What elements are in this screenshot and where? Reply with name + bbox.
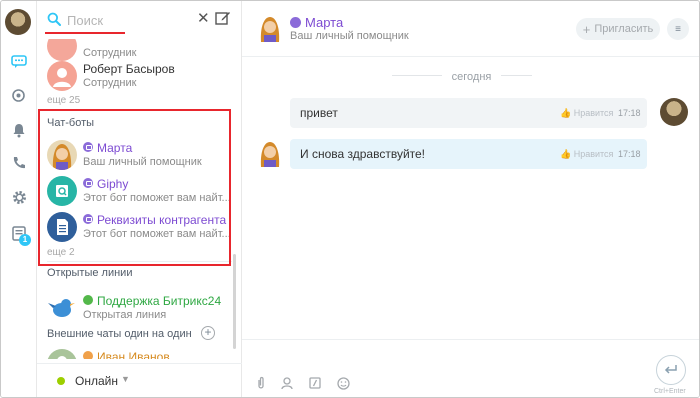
list-item-ivan[interactable]: Иван Иванов [37,347,232,359]
message-text: И снова здравствуйте! [300,147,426,161]
smiley-icon[interactable] [336,376,350,390]
status-selector[interactable]: Онлайн ▼ [37,363,242,397]
bot-icon [83,178,93,188]
phone-icon[interactable] [10,154,28,172]
message-composer[interactable]: Ctrl+Enter [242,339,699,397]
chevron-down-icon: ▼ [121,374,130,384]
avatar [47,61,77,91]
list-item-requisites[interactable]: Реквизиты контрагента Этот бот поможет в… [37,210,232,246]
open-lines-section-title: Открытые линии [47,267,133,279]
support-bird-avatar [47,293,77,323]
online-dot-icon [57,377,65,385]
line-name: Поддержка Битрикс24 [83,294,221,308]
plus-icon: + [582,21,591,37]
messenger-window: 1 ✕ Сотрудник Роберт Басыров Сотрудник е… [0,0,700,398]
contact-name: Роберт Басыров [83,62,175,76]
list-item[interactable]: Роберт Басыров Сотрудник [37,59,232,95]
like-button[interactable]: 👍 Нравится [560,149,613,160]
tasks-badge: 1 [19,234,31,246]
bot-desc: Этот бот поможет вам найт... [83,228,231,240]
marta-avatar [260,17,280,42]
my-message-avatar [660,98,688,126]
open-line-icon [83,295,93,305]
avatar [47,39,77,61]
new-chat-icon[interactable] [215,10,231,26]
list-item-marta[interactable]: Марта Ваш личный помощник [37,138,232,174]
line-desc: Открытая линия [83,309,167,321]
bell-icon[interactable] [10,121,28,139]
send-button[interactable] [656,355,686,385]
scrollbar[interactable] [233,254,236,349]
chat-panel: Марта Ваш личный помощник + Пригласить ≡ … [242,1,699,397]
search-messages-icon[interactable] [10,87,28,105]
settings-gear-icon[interactable] [10,188,28,206]
send-hint: Ctrl+Enter [654,388,686,395]
chat-title: Марта [290,15,343,30]
bot-desc: Этот бот поможет вам найт... [83,192,231,204]
bot-icon [83,214,93,224]
chat-header: Марта Ваш личный помощник + Пригласить ≡ [242,1,699,57]
chatbots-section-title: Чат-боты [47,117,95,129]
message-incoming[interactable]: И снова здравствуйте! 👍 Нравится 17:18 [290,139,647,169]
bot-desc: Ваш личный помощник [83,156,202,168]
message-text: привет [300,106,338,120]
external-icon [83,351,93,359]
message-outgoing[interactable]: привет 👍 Нравится 17:18 [290,98,647,128]
contact-role: Сотрудник [83,77,137,89]
requisites-avatar [47,212,77,242]
invite-button[interactable]: + Пригласить [576,18,660,40]
contact-role: Сотрудник [83,47,137,59]
avatar [47,349,77,359]
show-more-bots[interactable]: еще 2 [47,247,75,258]
search-underline-annotation [45,32,125,34]
search-icon [47,12,61,26]
like-button[interactable]: 👍 Нравится [560,108,613,119]
search-bar: ✕ [37,1,242,39]
paperclip-icon[interactable] [254,376,268,390]
slash-command-icon[interactable] [308,376,322,390]
search-input[interactable] [67,11,187,29]
contact-scroll-area[interactable]: Сотрудник Роберт Басыров Сотрудник еще 2… [37,39,242,359]
my-avatar[interactable] [5,9,31,35]
user-icon[interactable] [280,376,294,390]
add-external-chat-button[interactable]: + [201,326,215,340]
section-divider [47,261,232,262]
message-time: 17:18 [618,149,641,159]
chat-subtitle: Ваш личный помощник [290,30,409,42]
left-rail: 1 [1,1,37,397]
bot-icon [290,17,301,28]
clear-search-icon[interactable]: ✕ [197,10,210,28]
marta-avatar [47,140,77,170]
marta-message-avatar [260,142,280,167]
list-item-support[interactable]: Поддержка Битрикс24 Открытая линия [37,291,232,327]
send-return-icon [664,365,677,374]
contact-name: Иван Иванов [83,350,170,359]
list-item-giphy[interactable]: Giphy Этот бот поможет вам найт... [37,174,232,210]
chats-icon[interactable] [10,53,28,71]
giphy-avatar [47,176,77,206]
bot-name: Giphy [83,177,128,191]
bot-name: Марта [83,141,132,155]
chat-search-icon[interactable]: ≡ [667,18,689,40]
message-time: 17:18 [618,108,641,118]
external-section-title: Внешние чаты один на один [47,328,192,340]
status-label: Онлайн [75,374,118,388]
date-divider: сегодня [242,69,699,83]
show-more-contacts[interactable]: еще 25 [47,95,80,106]
bot-icon [83,142,93,152]
bot-name: Реквизиты контрагента [83,213,226,227]
contact-list-panel: ✕ Сотрудник Роберт Басыров Сотрудник еще… [37,1,242,397]
